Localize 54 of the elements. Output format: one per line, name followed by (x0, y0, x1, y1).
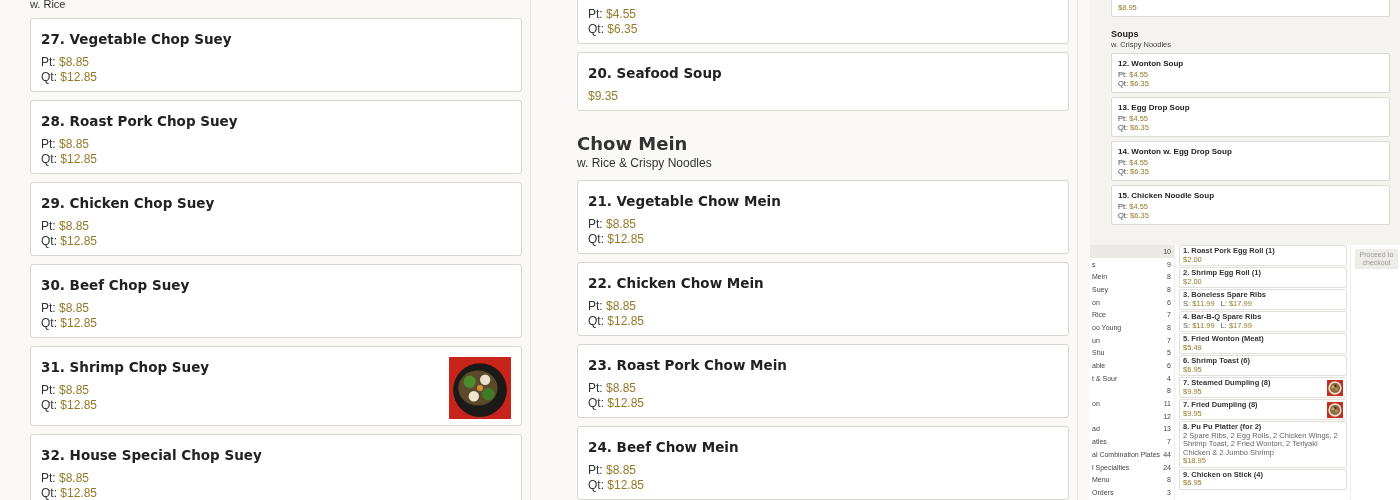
item-name: 27. Vegetable Chop Suey (41, 31, 232, 47)
menu-item-card[interactable]: 21. Vegetable Chow Mein Pt: $8.85 Qt: $12.85 (577, 180, 1069, 254)
item-price: Qt: $12.85 (41, 152, 99, 167)
item-price: Qt: $6.35 (588, 22, 638, 37)
item-price: Pt: $8.85 (588, 381, 638, 396)
menu-item-card[interactable]: 23. Roast Pork Chow Mein Pt: $8.85 Qt: $12.85 (577, 344, 1069, 418)
item-price: Qt: $12.85 (41, 234, 99, 249)
item-price: Qt: $12.85 (41, 316, 99, 331)
item-name: 23. Roast Pork Chow Mein (588, 357, 787, 373)
item-price: Pt: $8.85 (588, 217, 638, 232)
section-subtitle: w. Rice & Crispy Noodles (577, 156, 713, 170)
item-name: 24. Beef Chow Mein (588, 439, 739, 455)
menu-item-card[interactable]: Pt: $4.55 Qt: $6.35 (577, 0, 1069, 44)
menu-item-card[interactable]: 22. Chicken Chow Mein Pt: $8.85 Qt: $12.85 (577, 262, 1069, 336)
item-price: Pt: $8.85 (588, 299, 638, 314)
item-price: Qt: $12.85 (588, 478, 646, 493)
menu-item-card[interactable]: 32. House Special Chop Suey Pt: $8.85 Qt: $12.85 (30, 434, 522, 500)
item-name: 28. Roast Pork Chop Suey (41, 113, 238, 129)
menu-item-card[interactable]: 27. Vegetable Chop Suey Pt: $8.85 Qt: $12.85 (30, 18, 522, 92)
item-name: 14. Wonton w. Egg Drop Soup (1118, 147, 1233, 156)
item-name: 21. Vegetable Chow Mein (588, 193, 781, 209)
item-price: Qt: $12.85 (41, 70, 99, 85)
item-price: Qt: $12.85 (41, 486, 99, 500)
item-price: Pt: $8.85 (41, 219, 91, 234)
menu-item-card[interactable]: 29. Chicken Chop Suey Pt: $8.85 Qt: $12.85 (30, 182, 522, 256)
item-price: Qt: $12.85 (588, 232, 646, 247)
item-price: Pt: $4.55 (588, 7, 638, 22)
item-name: 15. Chicken Noodle Soup (1118, 191, 1215, 200)
menu-item-card[interactable]: 30. Beef Chop Suey Pt: $8.85 Qt: $12.85 (30, 264, 522, 338)
section-title: Soups (1111, 29, 1140, 39)
item-price: Pt: $8.85 (41, 471, 91, 486)
item-name: 12. Wonton Soup (1118, 59, 1185, 68)
menu-item-card[interactable]: 24. Beef Chow Mein Pt: $8.85 Qt: $12.85 (577, 426, 1069, 500)
item-price: Pt: $8.85 (41, 383, 91, 398)
item-price: Qt: $12.85 (41, 398, 99, 413)
item-name: 29. Chicken Chop Suey (41, 195, 215, 211)
item-price: Qt: $12.85 (588, 396, 646, 411)
item-price: Pt: $8.85 (41, 55, 91, 70)
menu-item-card[interactable]: 31. Shrimp Chop Suey Pt: $8.85 Qt: $12.85 (30, 346, 522, 426)
menu-item-card[interactable]: 20. Seafood Soup $9.35 (577, 52, 1069, 111)
item-price: Pt: $8.85 (41, 301, 91, 316)
menu-item-card[interactable]: 28. Roast Pork Chop Suey Pt: $8.85 Qt: $12.85 (30, 100, 522, 174)
item-price: Pt: $8.85 (588, 463, 638, 478)
section-title: Chow Mein (577, 133, 689, 154)
item-name: 32. House Special Chop Suey (41, 447, 262, 463)
item-name: 30. Beef Chop Suey (41, 277, 190, 293)
item-name: 31. Shrimp Chop Suey (41, 359, 210, 375)
item-price: Qt: $12.85 (588, 314, 646, 329)
item-price: Pt: $8.85 (41, 137, 91, 152)
item-price: $9.35 (588, 89, 620, 104)
section-subtitle: w. Rice (30, 0, 67, 10)
item-name: 20. Seafood Soup (588, 65, 722, 81)
item-name: 13. Egg Drop Soup (1118, 103, 1191, 112)
item-name: 22. Chicken Chow Mein (588, 275, 764, 291)
